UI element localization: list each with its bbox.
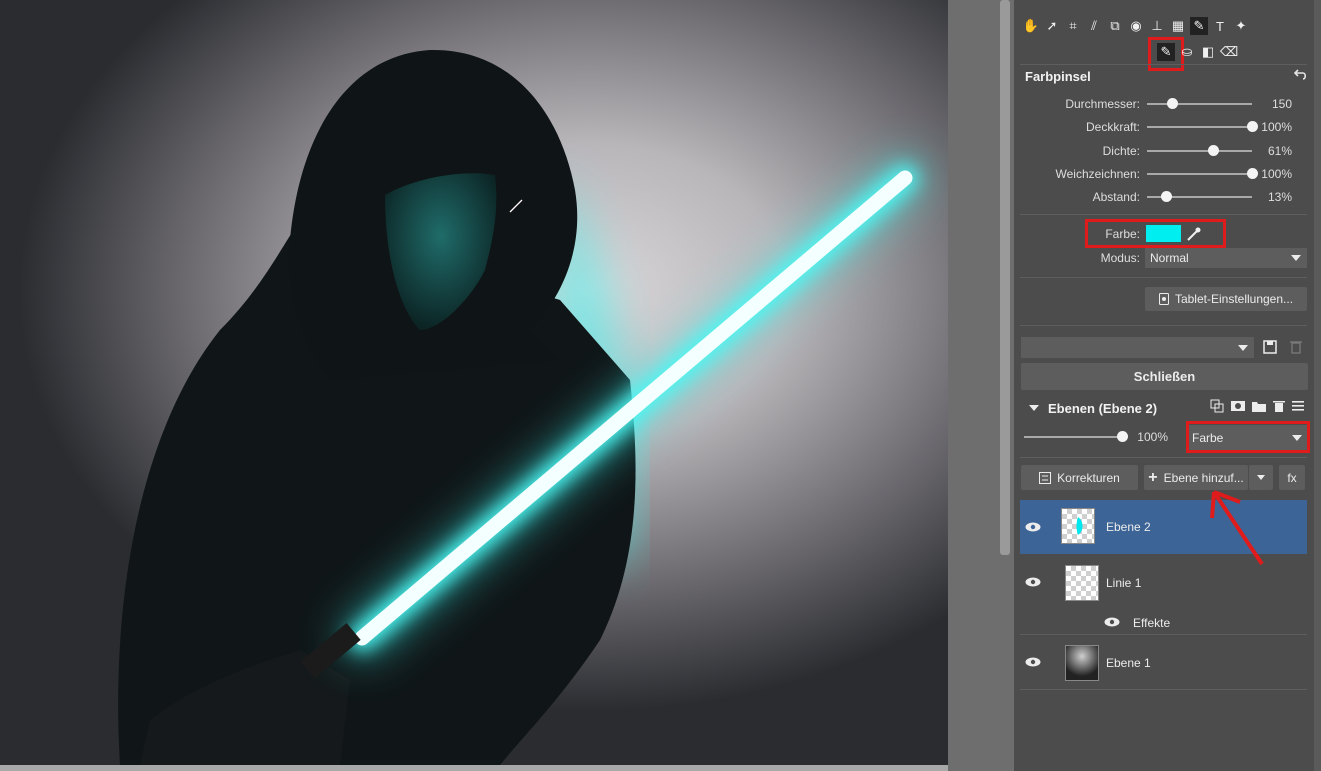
photo-lightsaber-figure (118, 49, 925, 765)
mode-label: Modus: (1100, 251, 1140, 265)
slider-value: 100% (1261, 120, 1292, 134)
delete-layer-icon[interactable] (1273, 399, 1285, 413)
grid-icon[interactable]: ▦ (1169, 17, 1187, 35)
fx-button[interactable]: fx (1279, 465, 1305, 490)
slider-track[interactable] (1147, 173, 1252, 175)
eye-icon[interactable] (1104, 617, 1120, 627)
slider-label: Weichzeichnen: (1055, 167, 1141, 181)
layer-opacity-value: 100% (1137, 430, 1168, 444)
highlight-blend-mode (1186, 421, 1310, 453)
slider-value: 61% (1267, 144, 1292, 158)
gradient-icon[interactable]: ◧ (1199, 43, 1217, 61)
fx-label: fx (1287, 470, 1297, 485)
layer-row[interactable]: Ebene 1 (1020, 635, 1307, 690)
wand-icon[interactable]: ✦ (1232, 17, 1250, 35)
eraser-icon[interactable]: ⌫ (1220, 43, 1238, 61)
brush-icon[interactable]: ✎ (1190, 17, 1208, 35)
slider-value: 150 (1271, 97, 1292, 111)
mode-select[interactable]: Normal (1145, 248, 1307, 268)
delete-preset-icon[interactable] (1290, 340, 1302, 354)
divider (1020, 325, 1307, 326)
save-icon[interactable] (1263, 340, 1277, 354)
eye-icon[interactable] (1025, 657, 1041, 667)
horizontal-scrollbar[interactable] (0, 765, 948, 771)
mode-value: Normal (1150, 251, 1189, 265)
corrections-label: Korrekturen (1057, 470, 1120, 485)
layer-opacity-knob[interactable] (1117, 431, 1128, 442)
slider-knob[interactable] (1160, 191, 1172, 202)
corrections-icon (1039, 471, 1052, 484)
corrections-button[interactable]: Korrekturen (1021, 465, 1138, 490)
close-button[interactable]: Schließen (1021, 363, 1308, 390)
hand-icon[interactable]: ✋ (1022, 17, 1040, 35)
slider-knob[interactable] (1166, 98, 1178, 109)
paintbrush-icon[interactable]: ✎ (1157, 43, 1175, 61)
effects-label[interactable]: Effekte (1133, 616, 1170, 630)
reset-icon[interactable] (1294, 67, 1308, 81)
layer-thumbnail (1061, 508, 1095, 544)
panel-edge (1314, 0, 1321, 771)
eye-icon[interactable]: ◉ (1127, 17, 1145, 35)
slider-track[interactable] (1147, 103, 1252, 105)
chevron-down-icon (1238, 344, 1248, 351)
layers-title: Ebenen (Ebene 2) (1048, 401, 1158, 416)
layer-name: Linie 1 (1106, 576, 1142, 590)
plus-icon: + (1148, 468, 1158, 486)
tablet-settings-button[interactable]: Tablet-Einstellungen... (1145, 287, 1307, 311)
slider-track[interactable] (1147, 126, 1252, 128)
tablet-icon (1158, 293, 1169, 305)
slider-label: Abstand: (1092, 190, 1140, 204)
preset-select[interactable] (1021, 337, 1254, 358)
layer-opacity-track[interactable] (1024, 436, 1124, 438)
chevron-down-icon (1291, 255, 1301, 261)
layer-name: Ebene 1 (1106, 656, 1151, 670)
tablet-settings-label: Tablet-Einstellungen... (1174, 292, 1294, 306)
highlight-color (1085, 219, 1226, 248)
slider-label: Dichte: (1102, 144, 1140, 158)
slider-label: Deckkraft: (1085, 120, 1140, 134)
slider-value: 100% (1261, 167, 1292, 181)
cyan-stroke-thumbnail (1076, 517, 1083, 535)
menu-icon[interactable] (1292, 399, 1304, 413)
divider (1020, 214, 1307, 215)
eye-icon[interactable] (1025, 522, 1041, 532)
layer-thumbnail (1065, 565, 1099, 601)
text-icon[interactable]: T (1211, 17, 1229, 35)
slider-value: 13% (1267, 190, 1292, 204)
bucket-icon[interactable]: ⛀ (1178, 43, 1196, 61)
divider (1020, 457, 1307, 458)
image-canvas[interactable] (0, 0, 948, 765)
slider-label: Durchmesser: (1065, 97, 1140, 111)
layer-name: Ebene 2 (1106, 520, 1151, 534)
duplicate-layer-icon[interactable] (1210, 399, 1224, 413)
divider (1020, 277, 1307, 278)
vertical-scrollbar[interactable] (1000, 0, 1010, 555)
layer-thumbnail-photo (1065, 645, 1099, 681)
crop-icon[interactable]: ⌗ (1064, 17, 1082, 35)
brush-panel-title: Farbpinsel (1025, 69, 1091, 84)
transform-icon[interactable]: ⧉ (1106, 17, 1124, 35)
arrow-icon[interactable]: ➚ (1043, 17, 1061, 35)
close-button-label: Schließen (1133, 369, 1196, 384)
perspective-icon[interactable]: ⫽ (1085, 17, 1103, 35)
stamp-icon[interactable]: ⊥ (1148, 17, 1166, 35)
divider (1020, 64, 1307, 65)
collapse-icon[interactable] (1029, 405, 1039, 411)
eye-icon[interactable] (1025, 577, 1041, 587)
annotation-arrow (1210, 490, 1264, 566)
mask-icon[interactable] (1231, 399, 1245, 413)
layer-header-tools (1210, 399, 1304, 413)
slider-track[interactable] (1147, 150, 1252, 152)
folder-icon[interactable] (1252, 399, 1266, 413)
